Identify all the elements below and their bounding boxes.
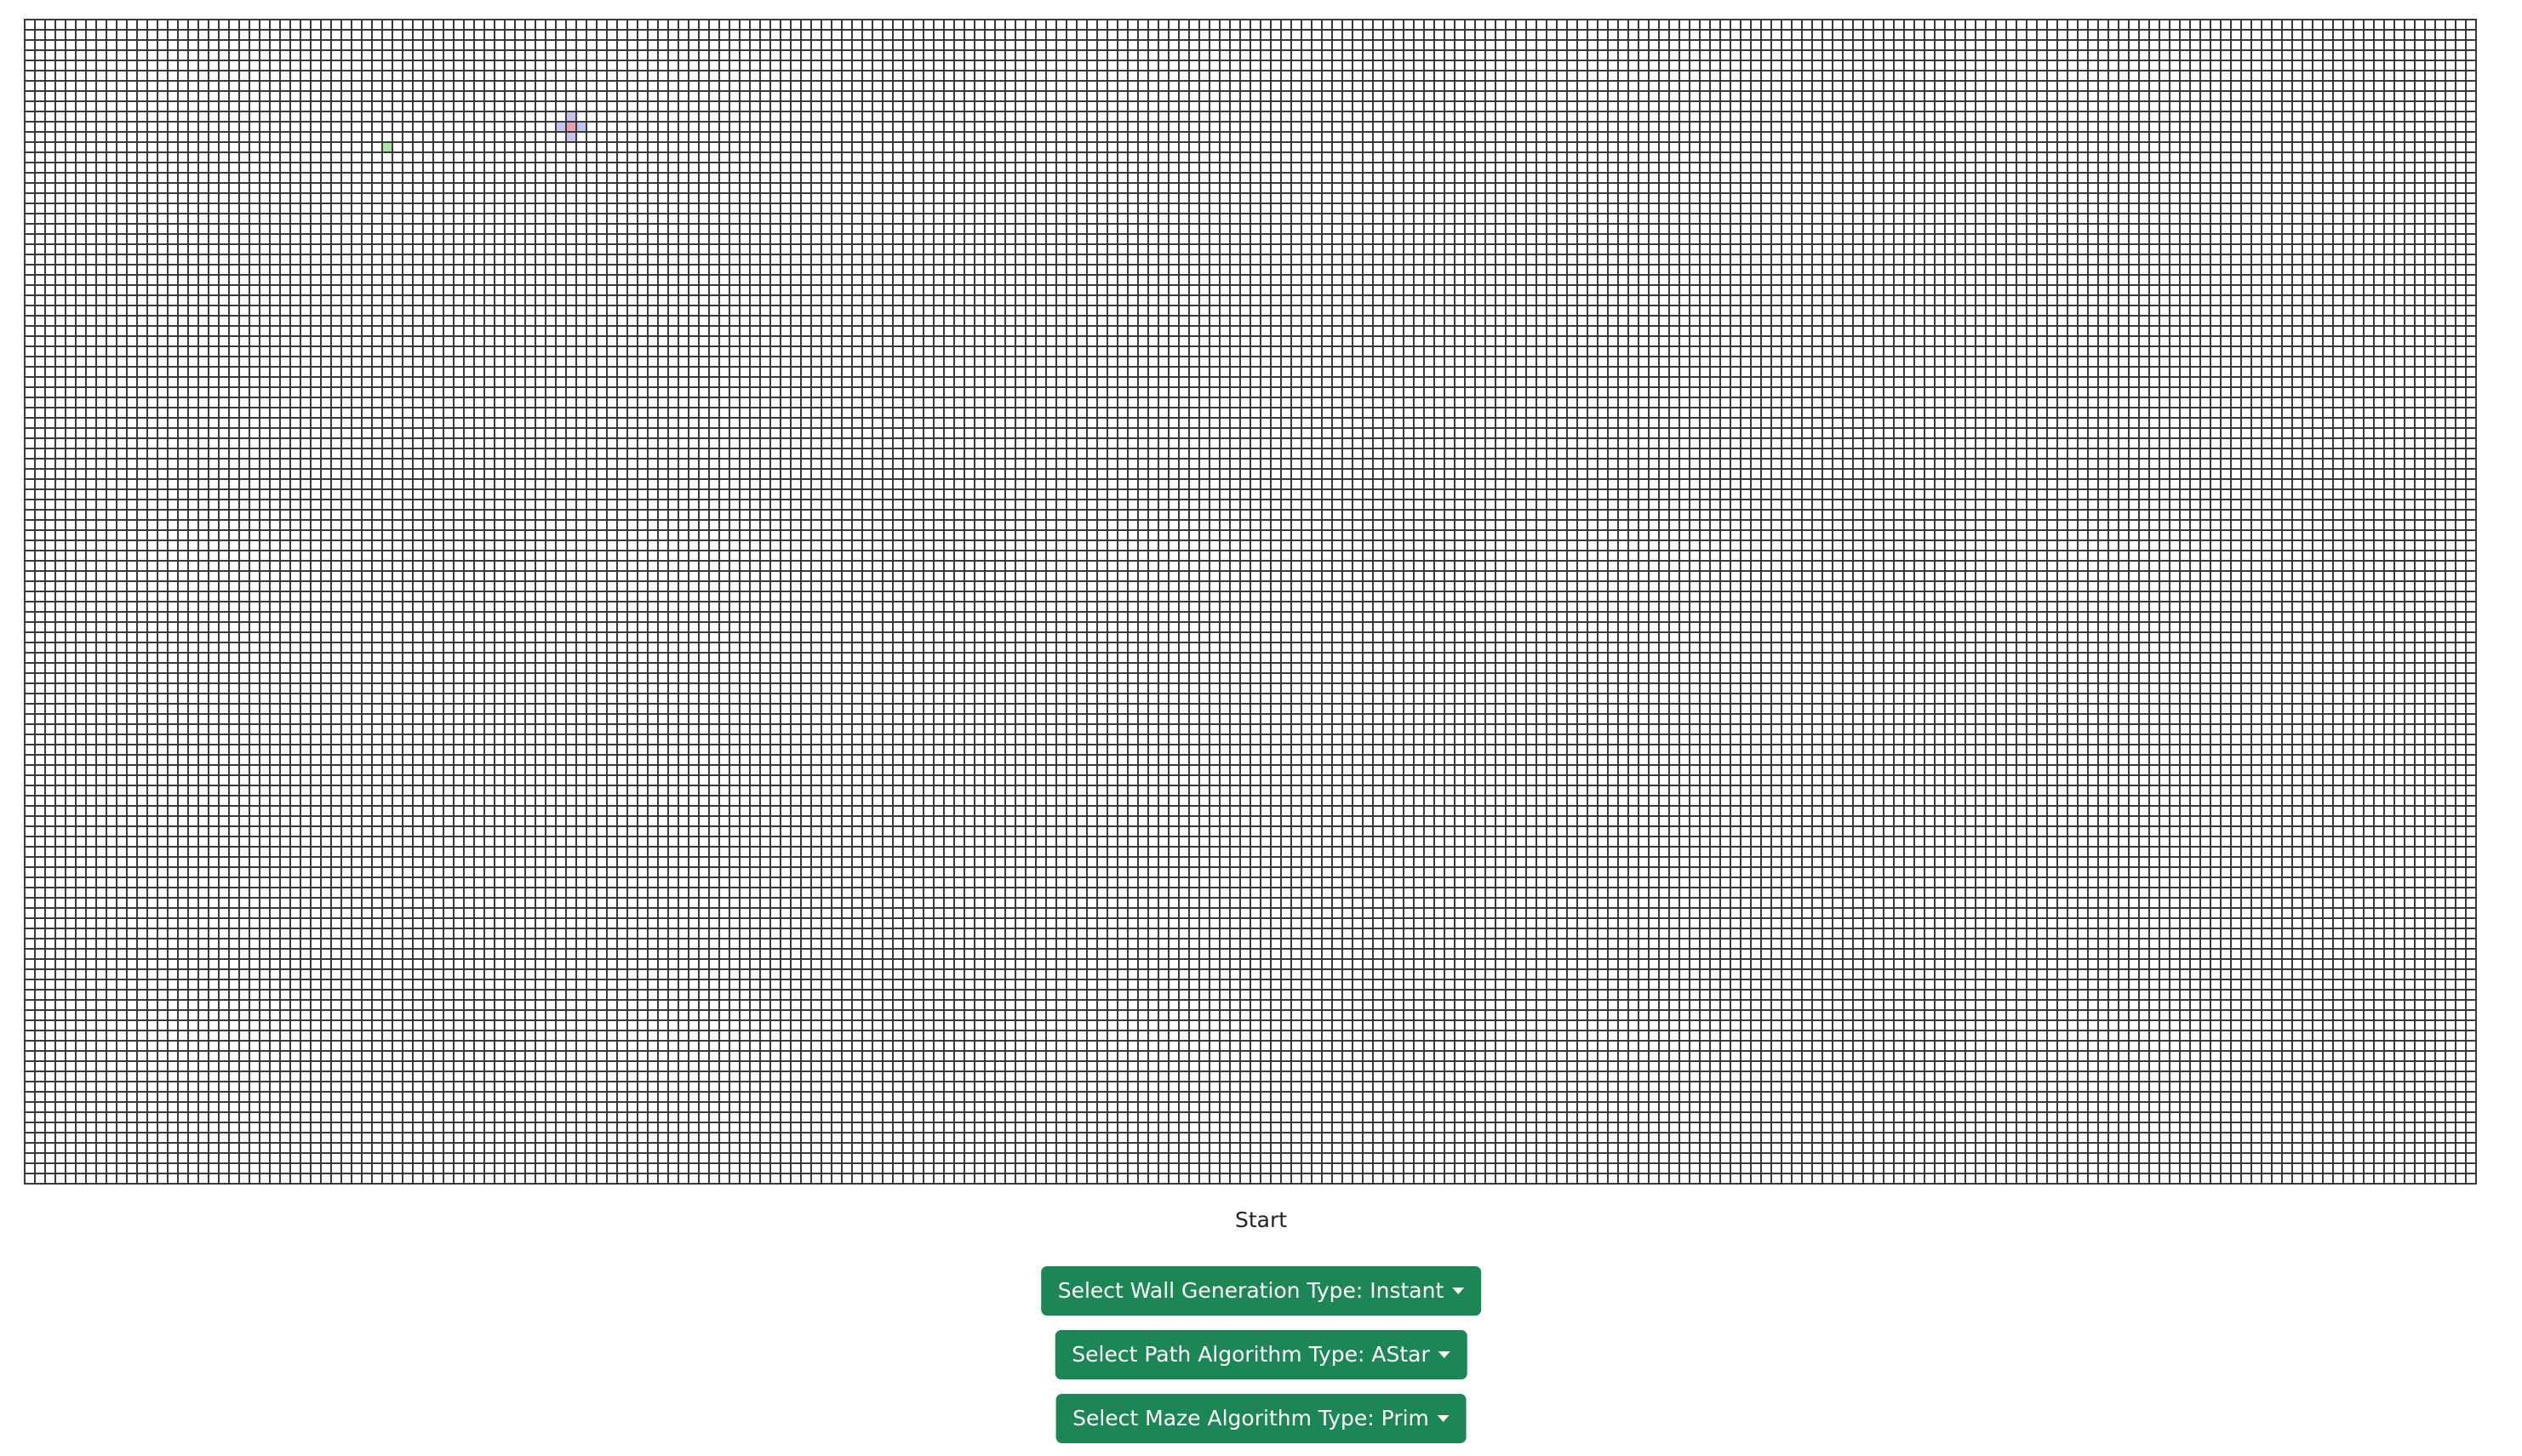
start-button[interactable]: Start	[0, 1207, 2522, 1234]
visited-cell[interactable]	[567, 112, 575, 121]
start-node[interactable]	[383, 143, 392, 151]
end-node[interactable]	[567, 123, 575, 131]
visited-cell[interactable]	[577, 123, 586, 131]
caret-down-icon	[1452, 1288, 1465, 1294]
path-algorithm-label: Select Path Algorithm Type: AStar	[1072, 1342, 1430, 1367]
maze-algorithm-dropdown[interactable]: Select Maze Algorithm Type: Prim	[1055, 1394, 1467, 1443]
wall-generation-label: Select Wall Generation Type: Instant	[1057, 1278, 1444, 1303]
visited-cell[interactable]	[557, 123, 565, 131]
maze-grid[interactable]	[24, 19, 2477, 1185]
maze-algorithm-label: Select Maze Algorithm Type: Prim	[1072, 1406, 1429, 1430]
path-algorithm-dropdown[interactable]: Select Path Algorithm Type: AStar	[1055, 1330, 1467, 1379]
visited-cell[interactable]	[567, 133, 575, 141]
caret-down-icon	[1437, 1415, 1450, 1422]
wall-generation-dropdown[interactable]: Select Wall Generation Type: Instant	[1040, 1266, 1482, 1316]
caret-down-icon	[1438, 1351, 1450, 1358]
